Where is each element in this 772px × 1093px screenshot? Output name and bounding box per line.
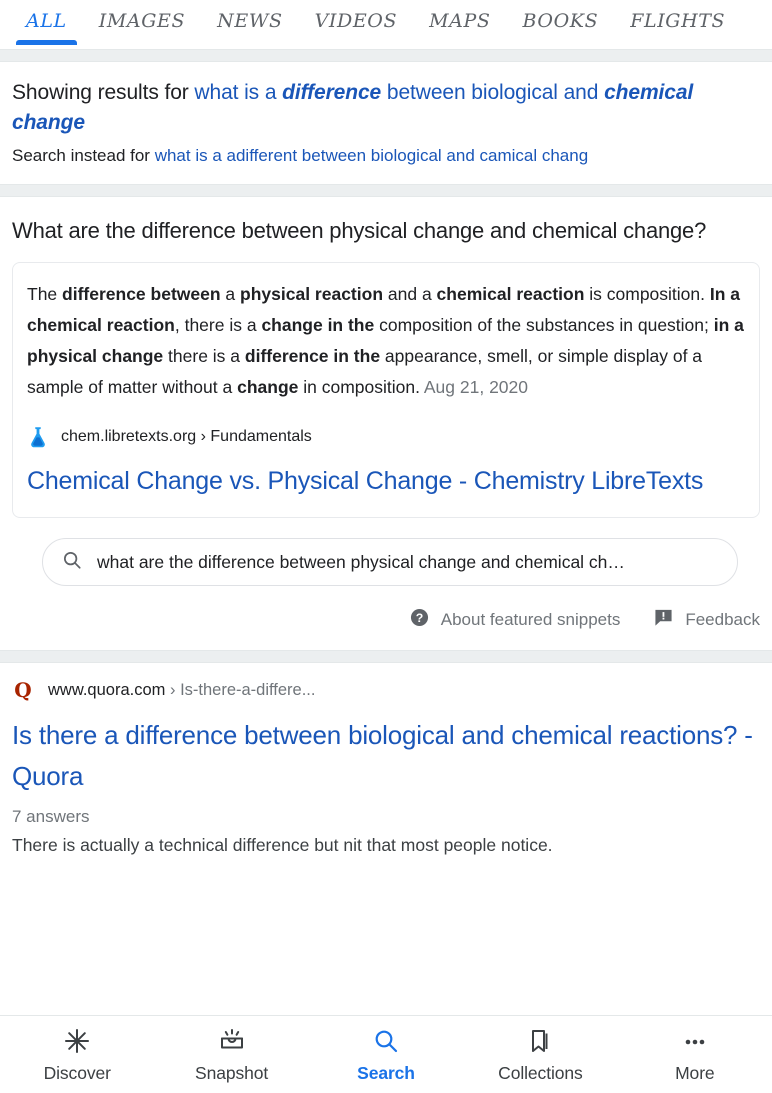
snippet-bold-1: difference between <box>62 284 221 304</box>
featured-snippet-card: The difference between a physical reacti… <box>12 262 760 518</box>
nav-item-discover[interactable]: Discover <box>0 1016 154 1093</box>
tab-maps[interactable]: MAPS <box>413 12 506 45</box>
featured-snippet-title-link[interactable]: Chemical Change vs. Physical Change - Ch… <box>27 461 745 501</box>
showing-results-line: Showing results for what is a difference… <box>12 78 760 138</box>
snippet-bold-2: physical reaction <box>240 284 384 304</box>
source-separator: › <box>196 428 211 445</box>
tab-images[interactable]: IMAGES <box>83 12 201 45</box>
featured-snippet-body: The difference between a physical reacti… <box>27 279 745 403</box>
svg-text:?: ? <box>415 611 423 625</box>
feedback-link[interactable]: Feedback <box>654 608 760 632</box>
snapshot-tray-icon <box>217 1025 247 1057</box>
snippet-text-5: , there is a <box>174 315 262 335</box>
tab-all[interactable]: ALL <box>10 12 83 45</box>
snippet-text-2: a <box>220 284 241 304</box>
corrected-part-2: between biological and <box>381 81 605 104</box>
nav-label-more: More <box>675 1063 715 1083</box>
section-divider-snippet <box>0 184 772 197</box>
help-circle-icon: ? <box>410 608 429 632</box>
flask-icon <box>27 425 49 449</box>
snippet-text-1: The <box>27 284 63 304</box>
bottom-navigation-bar: Discover Snapshot Search Collections Mor… <box>0 1015 772 1093</box>
tab-books[interactable]: BOOKS <box>507 12 615 45</box>
snippet-date: Aug 21, 2020 <box>423 377 528 397</box>
corrected-bold-1: difference <box>282 81 382 104</box>
featured-snippet-question: What are the difference between physical… <box>12 218 707 243</box>
nav-label-collections: Collections <box>498 1063 583 1083</box>
search-instead-link[interactable]: what is a adifferent between biological … <box>155 146 588 165</box>
result-title-link[interactable]: Is there a difference between biological… <box>12 715 760 797</box>
featured-snippet-source[interactable]: chem.libretexts.org › Fundamentals <box>27 425 745 449</box>
search-results-page: ALL IMAGES NEWS VIDEOS MAPS BOOKS FLIGHT… <box>0 0 772 1093</box>
snippet-bold-3: chemical reaction <box>436 284 585 304</box>
tab-flights[interactable]: FLIGHTS <box>614 12 741 45</box>
snippet-text-9: in composition. <box>298 377 424 397</box>
nav-label-search: Search <box>357 1063 415 1083</box>
snippet-bold-5: change in the <box>261 315 375 335</box>
refinement-pill-text: what are the difference between physical… <box>97 551 625 572</box>
snippet-text-4: is composition. <box>584 284 710 304</box>
snippet-text-6: composition of the substances in questio… <box>374 315 714 335</box>
search-instead-prefix: Search instead for <box>12 146 155 165</box>
refinement-pill-wrapper: what are the difference between physical… <box>12 518 760 586</box>
result-breadcrumb: Is-there-a-differe... <box>180 680 316 699</box>
search-icon <box>61 549 83 576</box>
snippet-bold-7: difference in the <box>244 346 381 366</box>
spell-correction-block: Showing results for what is a difference… <box>0 62 772 184</box>
feedback-label: Feedback <box>685 610 760 629</box>
result-source-text: www.quora.com › Is-there-a-differe... <box>48 681 315 700</box>
snippet-text-7: there is a <box>163 346 245 366</box>
snippet-bold-8: change <box>237 377 299 397</box>
search-icon <box>372 1025 400 1057</box>
feedback-bubble-icon <box>654 608 673 632</box>
nav-item-more[interactable]: More <box>618 1016 772 1093</box>
nav-item-collections[interactable]: Collections <box>463 1016 617 1093</box>
featured-snippet: What are the difference between physical… <box>0 197 772 650</box>
nav-item-search[interactable]: Search <box>309 1016 463 1093</box>
section-divider-top <box>0 49 772 62</box>
section-divider-results <box>0 650 772 663</box>
corrected-part-1: what is a <box>194 81 283 104</box>
asterisk-icon <box>63 1025 91 1057</box>
nav-item-snapshot[interactable]: Snapshot <box>154 1016 308 1093</box>
quora-q-icon: Q <box>14 678 32 702</box>
result-separator: › <box>165 680 181 699</box>
more-dots-icon <box>681 1025 709 1057</box>
result-domain: www.quora.com <box>48 680 166 699</box>
result-answer-count: 7 answers <box>12 807 90 826</box>
bookmark-icon <box>526 1025 554 1057</box>
search-tab-bar: ALL IMAGES NEWS VIDEOS MAPS BOOKS FLIGHT… <box>0 0 772 49</box>
about-featured-snippets-link[interactable]: ? About featured snippets <box>410 608 621 632</box>
source-path: Fundamentals <box>210 428 312 445</box>
snippet-text-3: and a <box>383 284 437 304</box>
tab-news[interactable]: NEWS <box>201 12 298 45</box>
showing-results-prefix: Showing results for <box>12 81 195 104</box>
result-source-row[interactable]: Q www.quora.com › Is-there-a-differe... <box>12 679 760 701</box>
organic-result: Q www.quora.com › Is-there-a-differe... … <box>0 663 772 858</box>
featured-snippet-source-text: chem.libretexts.org › Fundamentals <box>61 427 312 447</box>
refinement-search-pill[interactable]: what are the difference between physical… <box>42 538 738 586</box>
snippet-feedback-row: ? About featured snippets Feedback <box>12 586 760 650</box>
result-description: There is actually a technical difference… <box>12 835 553 855</box>
source-domain: chem.libretexts.org <box>61 428 197 445</box>
search-instead-line: Search instead for what is a adifferent … <box>12 144 760 168</box>
about-featured-snippets-label: About featured snippets <box>440 610 621 629</box>
nav-label-discover: Discover <box>43 1063 111 1083</box>
nav-label-snapshot: Snapshot <box>195 1063 269 1083</box>
tab-videos[interactable]: VIDEOS <box>299 12 414 45</box>
